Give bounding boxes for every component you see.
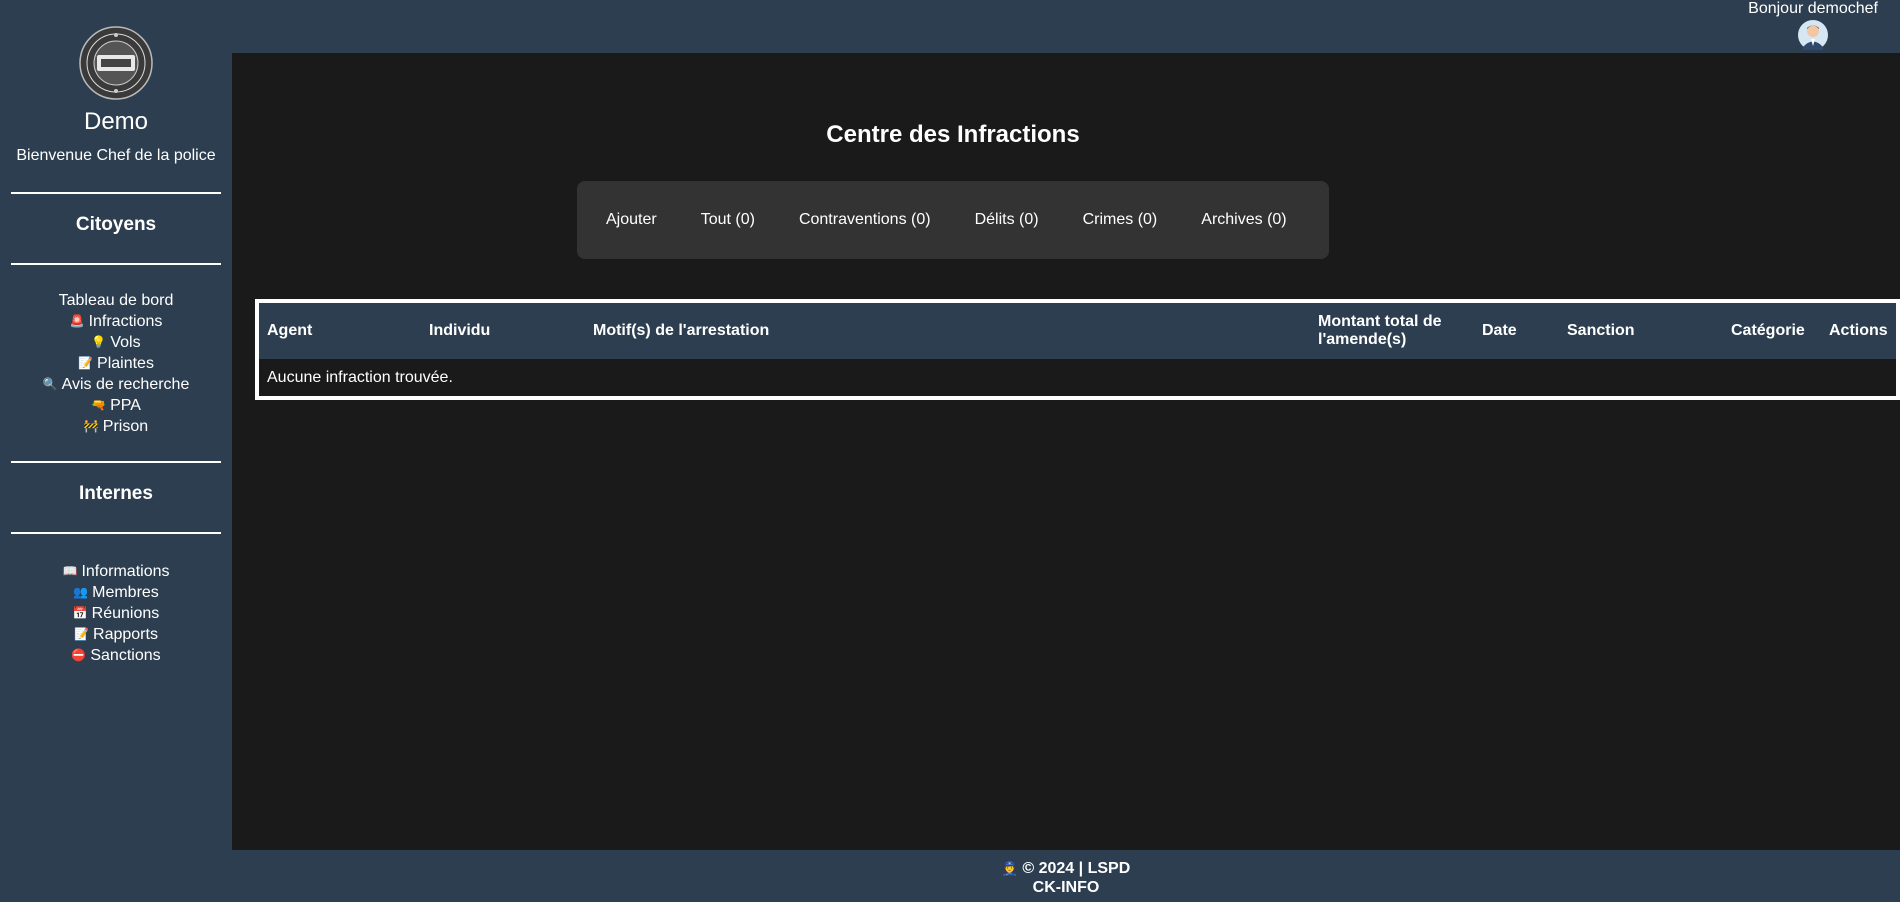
welcome-text: Bienvenue Chef de la police [16, 147, 216, 164]
divider [11, 192, 221, 194]
footer-copyright: 👮 © 2024 | LSPD [232, 859, 1900, 878]
nav-label: Plaintes [97, 355, 154, 372]
lspd-logo-icon [79, 26, 153, 100]
col-montant: Montant total de l'amende(s) [1318, 313, 1442, 348]
col-individu: Individu [429, 322, 491, 339]
footer-credit: CK-INFO [1032, 879, 1100, 896]
nav-reunions[interactable]: 📅 Réunions [0, 603, 232, 624]
sidebar: Demo Bienvenue Chef de la police Citoyen… [0, 0, 232, 902]
filter-bar: Ajouter Tout (0) Contraventions (0) Déli… [577, 181, 1329, 259]
nav-membres[interactable]: 👥 Membres [0, 582, 232, 603]
col-agent: Agent [267, 322, 313, 339]
col-sanction: Sanction [1567, 322, 1635, 339]
section-citoyens: Citoyens [75, 214, 157, 235]
nav-informations[interactable]: 📖 Informations [0, 561, 232, 582]
nav-label: Sanctions [90, 647, 161, 664]
nav-avis-de-recherche[interactable]: 🔍 Avis de recherche [0, 374, 232, 395]
people-icon: 👥 [73, 585, 89, 599]
nav-tableau-de-bord[interactable]: Tableau de bord [0, 290, 232, 311]
col-motif: Motif(s) de l'arrestation [593, 322, 770, 339]
pistol-icon: 🔫 [91, 398, 107, 412]
nav-label: Tableau de bord [58, 292, 174, 309]
nav-sanctions[interactable]: ⛔ Sanctions [0, 645, 232, 666]
nav-label: PPA [110, 397, 141, 414]
nav-infractions[interactable]: 🚨 Infractions [0, 311, 232, 332]
section-internes: Internes [79, 483, 153, 504]
lightbulb-icon: 💡 [91, 335, 107, 349]
infractions-table: Agent Individu Motif(s) de l'arrestation… [255, 299, 1900, 400]
nav-label: Avis de recherche [61, 376, 190, 393]
filter-all-button[interactable]: Tout (0) [684, 203, 772, 237]
memo-icon: 📝 [78, 356, 94, 370]
filter-delits-button[interactable]: Délits (0) [958, 203, 1056, 237]
calendar-icon: 📅 [72, 606, 88, 620]
barrier-icon: 🚧 [83, 419, 99, 433]
police-officer-icon: 👮 [1001, 861, 1018, 876]
copyright-text: © 2024 | LSPD [1022, 860, 1131, 877]
divider [11, 461, 221, 463]
footer: 👮 © 2024 | LSPD CK-INFO [232, 850, 1900, 902]
internes-nav: 📖 Informations 👥 Membres 📅 Réunions 📝 Rappor… [0, 561, 232, 666]
col-date: Date [1482, 322, 1517, 339]
nav-vols[interactable]: 💡 Vols [0, 332, 232, 353]
no-entry-icon: ⛔ [71, 648, 87, 662]
siren-icon: 🚨 [69, 314, 85, 328]
filter-crimes-button[interactable]: Crimes (0) [1066, 203, 1175, 237]
nav-label: Infractions [88, 313, 163, 330]
nav-ppa[interactable]: 🔫 PPA [0, 395, 232, 416]
main-content: Centre des Infractions Ajouter Tout (0) … [232, 53, 1900, 850]
table-row: Aucune infraction trouvée. [259, 359, 1896, 397]
nav-plaintes[interactable]: 📝 Plaintes [0, 353, 232, 374]
filter-archives-button[interactable]: Archives (0) [1184, 203, 1303, 237]
nav-prison[interactable]: 🚧 Prison [0, 416, 232, 437]
table-header-row: Agent Individu Motif(s) de l'arrestation… [259, 303, 1896, 359]
filter-contraventions-button[interactable]: Contraventions (0) [782, 203, 948, 237]
nav-label: Rapports [93, 626, 158, 643]
magnifier-icon: 🔍 [42, 377, 58, 391]
page-title: Centre des Infractions [826, 121, 1080, 148]
col-actions: Actions [1829, 322, 1888, 339]
nav-label: Informations [81, 563, 170, 580]
nav-label: Réunions [91, 605, 160, 622]
nav-label: Membres [92, 584, 159, 601]
divider [11, 263, 221, 265]
user-greeting[interactable]: Bonjour demochef [1748, 0, 1878, 50]
greeting-text: Bonjour demochef [1748, 0, 1878, 17]
citoyens-nav: Tableau de bord 🚨 Infractions 💡 Vols 📝 Plai… [0, 290, 232, 437]
nav-rapports[interactable]: 📝 Rapports [0, 624, 232, 645]
avatar-icon [1798, 20, 1829, 50]
nav-label: Vols [110, 334, 141, 351]
divider [11, 532, 221, 534]
nav-label: Prison [102, 418, 149, 435]
memo-icon: 📝 [74, 627, 90, 641]
book-icon: 📖 [62, 564, 78, 578]
empty-message: Aucune infraction trouvée. [267, 369, 453, 386]
col-categorie: Catégorie [1731, 322, 1805, 339]
add-button[interactable]: Ajouter [589, 203, 674, 237]
user-name: Demo [83, 108, 149, 135]
